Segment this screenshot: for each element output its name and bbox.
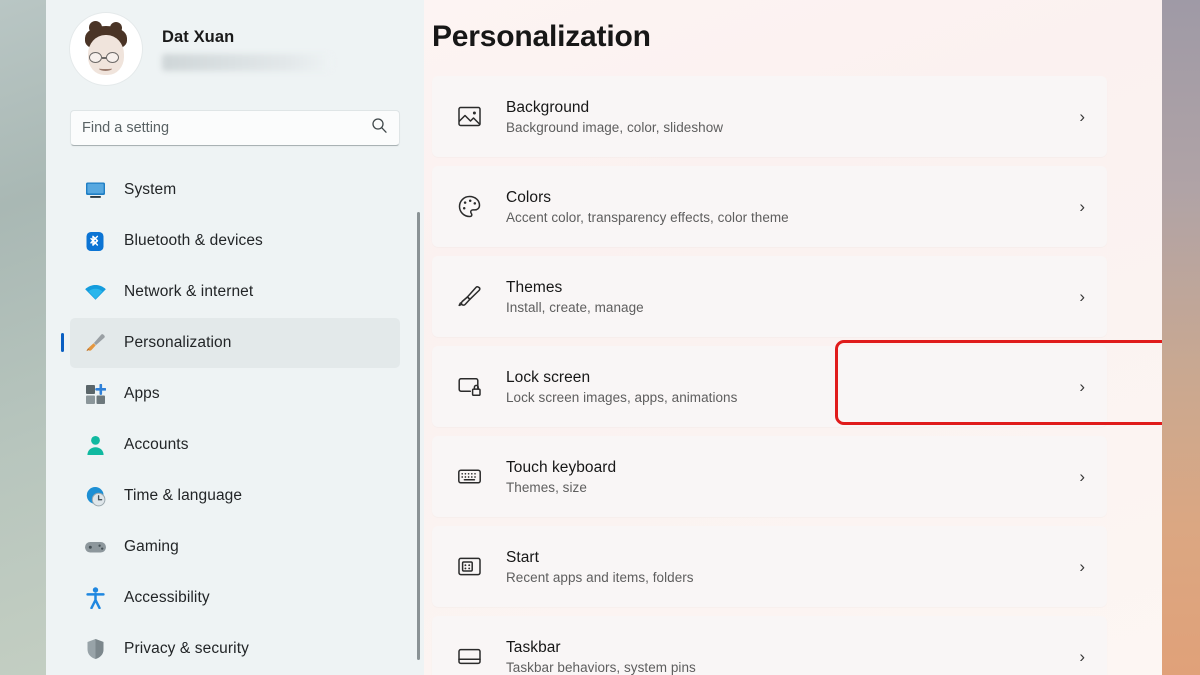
card-text: Lock screen Lock screen images, apps, an… <box>506 369 1079 405</box>
sidebar-item-label: Apps <box>124 385 160 402</box>
card-subtitle: Themes, size <box>506 479 587 495</box>
avatar-mouth <box>99 66 112 71</box>
selection-indicator <box>61 333 65 352</box>
sidebar-item-personalization[interactable]: Personalization <box>61 318 400 368</box>
main-content: Personalization Background Background im… <box>424 0 1162 675</box>
palette-icon <box>452 190 486 224</box>
sidebar-item-label: Accessibility <box>124 589 210 606</box>
card-text: Themes Install, create, manage <box>506 279 1079 315</box>
card-start[interactable]: Start Recent apps and items, folders › <box>432 526 1107 607</box>
sidebar-item-network-internet[interactable]: Network & internet <box>70 267 400 317</box>
shield-icon <box>82 637 108 661</box>
card-subtitle: Install, create, manage <box>506 299 644 315</box>
chevron-right-icon[interactable]: › <box>1079 377 1089 397</box>
sidebar-item-label: Personalization <box>124 334 232 351</box>
desktop-wallpaper-left <box>0 0 46 675</box>
wifi-icon <box>82 280 108 304</box>
person-icon <box>82 433 108 457</box>
card-text: Background Background image, color, slid… <box>506 99 1079 135</box>
sidebar-item-system[interactable]: System <box>70 165 400 215</box>
clock-globe-icon <box>82 484 108 508</box>
settings-card-list: Background Background image, color, slid… <box>424 54 1162 675</box>
settings-window: Dat Xuan Find a setting System Bluetooth… <box>46 0 1162 675</box>
card-title: Lock screen <box>506 368 591 386</box>
bluetooth-icon <box>82 229 108 253</box>
chevron-right-icon[interactable]: › <box>1079 467 1089 487</box>
sidebar-item-label: Time & language <box>124 487 243 504</box>
gamepad-icon <box>82 535 108 559</box>
paintbrush-icon <box>82 331 108 355</box>
search-icon[interactable] <box>371 117 388 139</box>
account-email-redacted <box>162 53 332 71</box>
account-header[interactable]: Dat Xuan <box>46 0 424 85</box>
account-text: Dat Xuan <box>162 28 332 71</box>
card-subtitle: Background image, color, slideshow <box>506 119 724 135</box>
card-text: Taskbar Taskbar behaviors, system pins <box>506 639 1079 675</box>
sidebar-item-label: Privacy & security <box>124 640 249 657</box>
card-text: Colors Accent color, transparency effect… <box>506 189 1079 225</box>
card-title: Colors <box>506 188 552 206</box>
sidebar-scrollbar[interactable] <box>417 212 420 660</box>
sidebar-item-label: Accounts <box>124 436 189 453</box>
sidebar-item-accounts[interactable]: Accounts <box>70 420 400 470</box>
avatar[interactable] <box>70 13 142 85</box>
avatar-glasses-right <box>106 52 119 63</box>
accessibility-icon <box>82 586 108 610</box>
card-subtitle: Lock screen images, apps, animations <box>506 389 738 405</box>
avatar-glasses-left <box>89 52 102 63</box>
sidebar-item-label: Bluetooth & devices <box>124 232 263 249</box>
card-background[interactable]: Background Background image, color, slid… <box>432 76 1107 157</box>
card-subtitle: Recent apps and items, folders <box>506 569 694 585</box>
sidebar-item-privacy-security[interactable]: Privacy & security <box>70 624 400 674</box>
card-title: Touch keyboard <box>506 458 617 476</box>
page-title: Personalization <box>432 20 651 53</box>
chevron-right-icon[interactable]: › <box>1079 197 1089 217</box>
card-lock-screen[interactable]: Lock screen Lock screen images, apps, an… <box>432 346 1107 427</box>
image-icon <box>452 100 486 134</box>
card-taskbar[interactable]: Taskbar Taskbar behaviors, system pins › <box>432 616 1107 675</box>
paintbrush-icon <box>452 280 486 314</box>
apps-icon <box>82 382 108 406</box>
account-name: Dat Xuan <box>162 27 235 46</box>
sidebar-item-accessibility[interactable]: Accessibility <box>70 573 400 623</box>
chevron-right-icon[interactable]: › <box>1079 107 1089 127</box>
sidebar-item-gaming[interactable]: Gaming <box>70 522 400 572</box>
avatar-glasses-bridge <box>102 57 107 59</box>
start-icon <box>452 550 486 584</box>
card-text: Touch keyboard Themes, size <box>506 459 1079 495</box>
sidebar-nav: System Bluetooth & devices Network & int… <box>46 165 424 674</box>
card-touch-keyboard[interactable]: Touch keyboard Themes, size › <box>432 436 1107 517</box>
chevron-right-icon[interactable]: › <box>1079 287 1089 307</box>
sidebar-item-bluetooth-devices[interactable]: Bluetooth & devices <box>70 216 400 266</box>
sidebar-item-label: System <box>124 181 177 198</box>
sidebar: Dat Xuan Find a setting System Bluetooth… <box>46 0 424 675</box>
chevron-right-icon[interactable]: › <box>1079 557 1089 577</box>
card-title: Taskbar <box>506 638 561 656</box>
search-box[interactable] <box>70 110 400 146</box>
desktop-wallpaper-right <box>1162 0 1200 675</box>
search-input[interactable] <box>82 120 371 136</box>
card-subtitle: Accent color, transparency effects, colo… <box>506 209 789 225</box>
card-text: Start Recent apps and items, folders <box>506 549 1079 585</box>
card-themes[interactable]: Themes Install, create, manage › <box>432 256 1107 337</box>
chevron-right-icon[interactable]: › <box>1079 647 1089 667</box>
sidebar-item-label: Network & internet <box>124 283 254 300</box>
sidebar-item-time-language[interactable]: Time & language <box>70 471 400 521</box>
card-colors[interactable]: Colors Accent color, transparency effect… <box>432 166 1107 247</box>
monitor-icon <box>82 178 108 202</box>
card-title: Background <box>506 98 590 116</box>
taskbar-icon <box>452 640 486 674</box>
keyboard-icon <box>452 460 486 494</box>
sidebar-item-label: Gaming <box>124 538 179 555</box>
card-title: Start <box>506 548 539 566</box>
card-title: Themes <box>506 278 563 296</box>
sidebar-item-apps[interactable]: Apps <box>70 369 400 419</box>
lock-screen-icon <box>452 370 486 404</box>
search-wrapper <box>46 82 424 146</box>
card-subtitle: Taskbar behaviors, system pins <box>506 659 696 675</box>
